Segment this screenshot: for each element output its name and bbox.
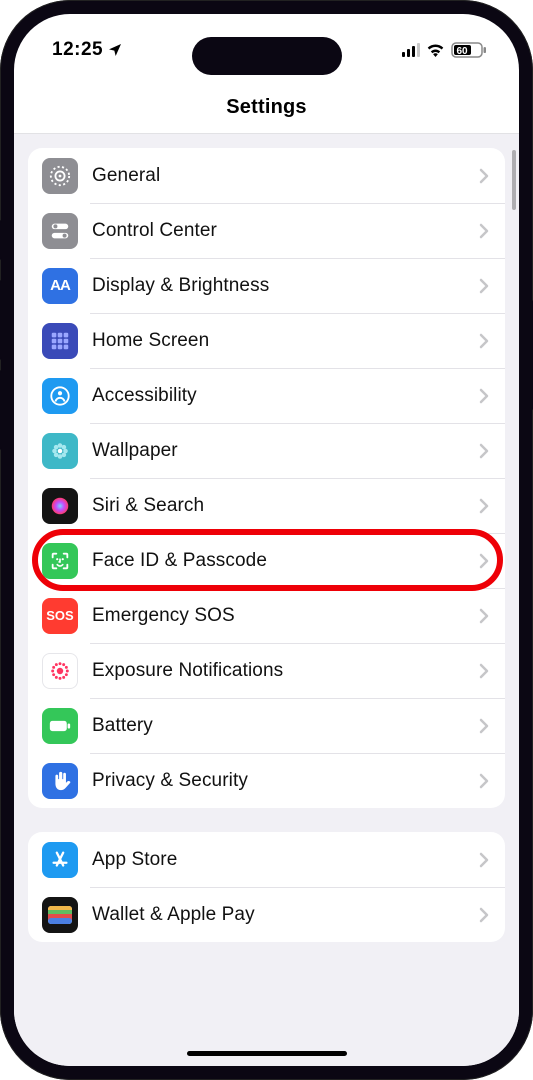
siri-icon: [42, 488, 78, 524]
home-indicator[interactable]: [187, 1051, 347, 1056]
settings-row-label: Home Screen: [92, 330, 479, 352]
chevron-right-icon: [479, 852, 489, 868]
battery-icon: [42, 708, 78, 744]
chevron-right-icon: [479, 608, 489, 624]
settings-row-label: Wallpaper: [92, 440, 479, 462]
chevron-right-icon: [479, 498, 489, 514]
settings-row-grid[interactable]: Home Screen: [28, 313, 505, 368]
chevron-right-icon: [479, 168, 489, 184]
chevron-right-icon: [479, 443, 489, 459]
faceid-icon: [42, 543, 78, 579]
settings-row-label: Display & Brightness: [92, 275, 479, 297]
exposure-icon: [42, 653, 78, 689]
settings-row-label: Face ID & Passcode: [92, 550, 479, 572]
settings-row-label: Wallet & Apple Pay: [92, 904, 479, 926]
settings-row-gear[interactable]: General: [28, 148, 505, 203]
cellular-icon: [402, 43, 420, 57]
settings-row-flower[interactable]: Wallpaper: [28, 423, 505, 478]
chevron-right-icon: [479, 223, 489, 239]
location-icon: [107, 42, 123, 58]
settings-row-label: App Store: [92, 849, 479, 871]
wallet-icon: [42, 897, 78, 933]
chevron-right-icon: [479, 278, 489, 294]
chevron-right-icon: [479, 553, 489, 569]
settings-row-faceid[interactable]: Face ID & Passcode: [28, 533, 505, 588]
settings-row-label: Privacy & Security: [92, 770, 479, 792]
settings-row-wallet[interactable]: Wallet & Apple Pay: [28, 887, 505, 942]
settings-row-aa[interactable]: AA Display & Brightness: [28, 258, 505, 313]
status-time: 12:25: [52, 39, 103, 61]
settings-row-label: Exposure Notifications: [92, 660, 479, 682]
grid-icon: [42, 323, 78, 359]
settings-row-appstore[interactable]: App Store: [28, 832, 505, 887]
wifi-icon: [426, 43, 445, 57]
person-icon: [42, 378, 78, 414]
settings-scroll[interactable]: General Control Center AA Display & Brightn…: [14, 134, 519, 1066]
settings-row-label: Accessibility: [92, 385, 479, 407]
settings-row-battery[interactable]: Battery: [28, 698, 505, 753]
svg-text:60: 60: [456, 46, 468, 57]
appstore-icon: [42, 842, 78, 878]
settings-row-label: Battery: [92, 715, 479, 737]
settings-row-label: General: [92, 165, 479, 187]
chevron-right-icon: [479, 388, 489, 404]
aa-icon: AA: [42, 268, 78, 304]
settings-row-person[interactable]: Accessibility: [28, 368, 505, 423]
gear-icon: [42, 158, 78, 194]
settings-row-label: Control Center: [92, 220, 479, 242]
sos-icon: SOS: [42, 598, 78, 634]
dynamic-island: [192, 37, 342, 75]
settings-group-2: App Store Wallet & Apple Pay: [28, 832, 505, 942]
hand-icon: [42, 763, 78, 799]
settings-row-label: Siri & Search: [92, 495, 479, 517]
scrollbar-thumb[interactable]: [512, 150, 516, 210]
settings-row-siri[interactable]: Siri & Search: [28, 478, 505, 533]
toggles-icon: [42, 213, 78, 249]
battery-icon: 60: [451, 42, 487, 58]
flower-icon: [42, 433, 78, 469]
chevron-right-icon: [479, 718, 489, 734]
chevron-right-icon: [479, 333, 489, 349]
settings-row-exposure[interactable]: Exposure Notifications: [28, 643, 505, 698]
settings-row-toggles[interactable]: Control Center: [28, 203, 505, 258]
settings-group-1: General Control Center AA Display & Brightn…: [28, 148, 505, 808]
chevron-right-icon: [479, 907, 489, 923]
chevron-right-icon: [479, 773, 489, 789]
page-title: Settings: [14, 86, 519, 134]
settings-row-label: Emergency SOS: [92, 605, 479, 627]
settings-row-hand[interactable]: Privacy & Security: [28, 753, 505, 808]
chevron-right-icon: [479, 663, 489, 679]
settings-row-sos[interactable]: SOS Emergency SOS: [28, 588, 505, 643]
